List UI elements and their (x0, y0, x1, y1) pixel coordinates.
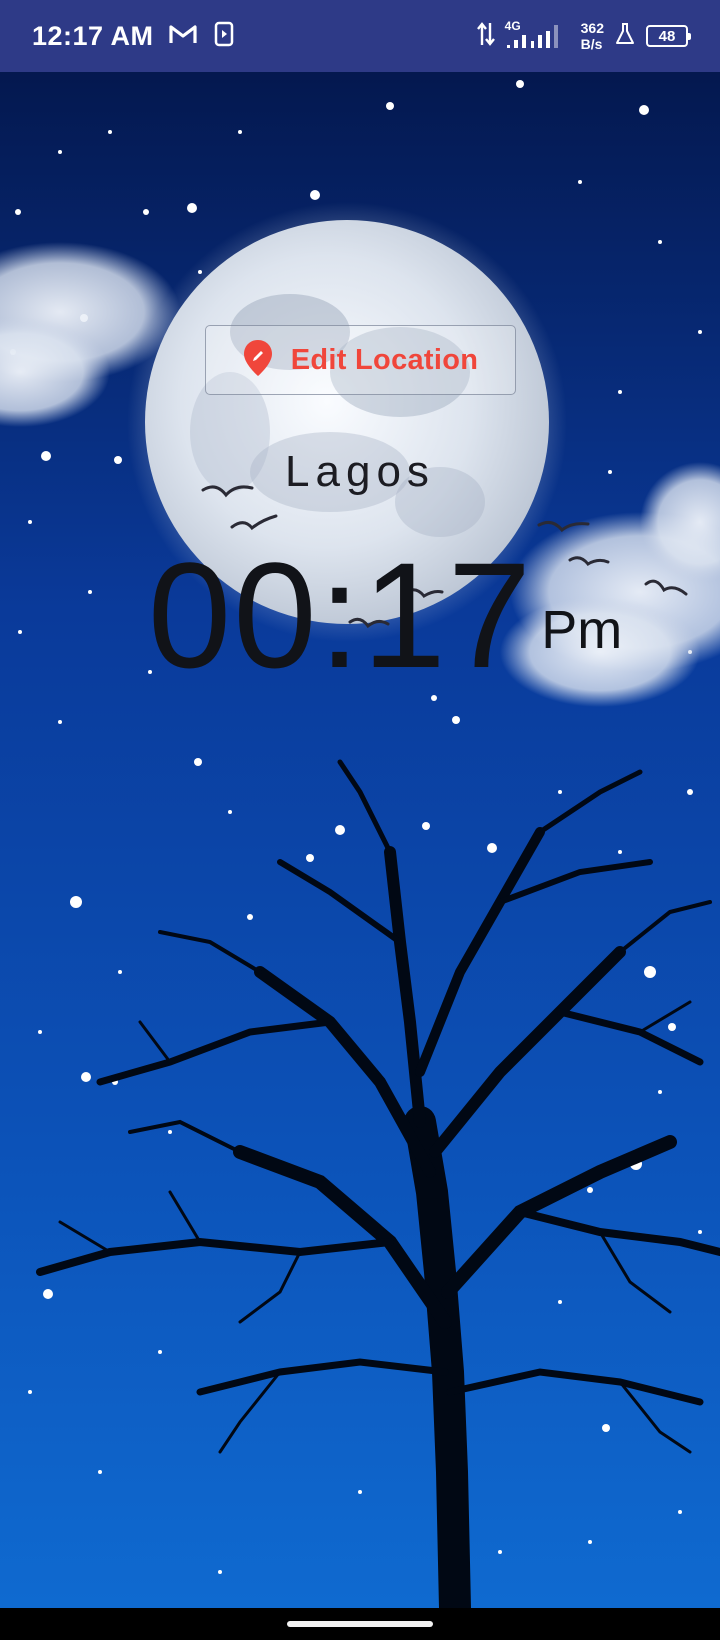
battery-icon: 48 (646, 25, 691, 47)
navigation-bar (0, 1608, 720, 1640)
media-play-icon (214, 21, 234, 52)
status-time: 12:17 AM (32, 20, 154, 51)
city-name: Lagos (285, 447, 435, 496)
app-screen: 12:17 AM 4G 362 B/s 48 Edit Location Lag… (0, 0, 720, 1640)
network-speed: 362 B/s (581, 20, 604, 52)
edit-location-button[interactable]: Edit Location (205, 325, 516, 395)
night-sky-wallpaper (0, 72, 720, 1608)
edit-location-label: Edit Location (290, 343, 479, 376)
gmail-icon (168, 23, 198, 50)
lab-flask-icon (614, 22, 636, 51)
home-gesture-handle[interactable] (287, 1621, 433, 1627)
status-bar: 12:17 AM 4G 362 B/s 48 (0, 0, 720, 72)
notification-icons (168, 21, 234, 52)
data-transfer-icon (476, 21, 495, 52)
battery-level: 48 (658, 27, 676, 45)
clock-time: 00:17 (147, 531, 534, 699)
clock-display: 00:17 Pm (0, 531, 720, 699)
clock-ampm: Pm (541, 600, 623, 660)
signal-icon: 4G (505, 19, 571, 51)
network-speed-value: 362 (580, 20, 604, 36)
location-pin-icon (243, 339, 273, 382)
network-speed-unit: B/s (580, 36, 603, 52)
system-icons: 4G 362 B/s 48 (476, 19, 691, 52)
